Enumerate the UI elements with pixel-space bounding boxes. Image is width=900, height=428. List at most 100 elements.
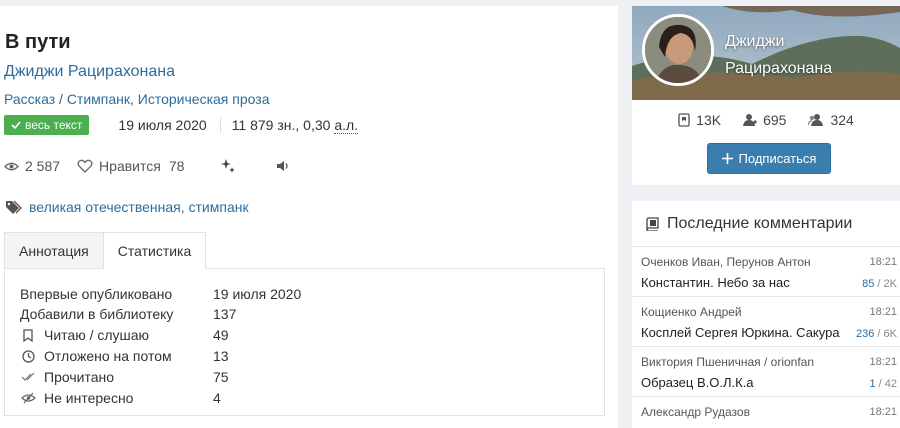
like-label: Нравится: [99, 158, 161, 174]
comment-new: 85: [862, 278, 875, 290]
books-count: 13K: [696, 112, 722, 128]
check-icon: [11, 120, 21, 129]
page-title: В пути: [5, 31, 71, 53]
book-icon: [678, 113, 690, 127]
genre-link-steampunk[interactable]: Стимпанк: [67, 91, 130, 107]
genre-link-story[interactable]: Рассказ: [4, 91, 55, 107]
tab-annotation[interactable]: Аннотация: [4, 232, 104, 269]
comment-new: 1: [869, 378, 876, 390]
publish-date: 19 июля 2020: [118, 116, 207, 133]
stat-row: Не интересно 4: [20, 388, 221, 408]
book-icon: [646, 217, 659, 231]
stat-label: Добавили в библиотеку: [20, 306, 174, 322]
comment-count: 236 / 6K: [856, 328, 897, 340]
stat-value: 13: [213, 348, 229, 364]
stat-value: 75: [213, 369, 229, 385]
audio-button[interactable]: [276, 160, 290, 172]
comment-time: 18:21: [869, 256, 897, 268]
stat-row: Впервые опубликовано 19 июля 2020: [20, 284, 301, 304]
comment-new: 236: [856, 328, 875, 340]
profile-counters: 13K 695 324: [632, 112, 900, 128]
eye-icon: [4, 162, 19, 170]
friends-counter[interactable]: 324: [808, 112, 854, 128]
comment-book[interactable]: Косплей Сергея Юркина. Сакура: [641, 325, 846, 340]
clock-icon: [21, 349, 35, 363]
badge-label: весь текст: [25, 117, 83, 132]
comment-item[interactable]: Виктория Пшеничная / orionfan 18:21 Обра…: [632, 346, 900, 396]
speaker-icon: [277, 161, 289, 171]
genre-list: Рассказ / Стимпанк, Историческая проза: [4, 91, 270, 107]
work-meta: весь текст 19 июля 2020 11 879 зн., 0,30…: [4, 114, 359, 135]
tags-link[interactable]: великая отечественная, стимпанк: [29, 199, 249, 215]
comment-authors[interactable]: Виктория Пшеничная / orionfan: [641, 355, 814, 369]
magic-button[interactable]: [220, 158, 236, 174]
recent-comments: Последние комментарии Оченков Иван, Перу…: [632, 201, 900, 428]
author-profile-card: Джиджи Рацирахонана 13K 695 324 Подписат…: [632, 6, 900, 185]
size-chars: 11 879 зн., 0,30: [231, 116, 331, 133]
comment-time: 18:21: [869, 356, 897, 368]
engagement-row: 2 587 Нравится 78: [4, 158, 290, 174]
comments-header: Последние комментарии: [646, 215, 852, 233]
followers-counter[interactable]: 695: [743, 112, 786, 128]
comment-total: 6K: [883, 328, 897, 340]
size-unit: а.л.: [334, 116, 359, 134]
stat-value: 4: [213, 390, 221, 406]
sparkles-icon: [221, 159, 236, 173]
comment-total: 2K: [883, 278, 897, 290]
comment-item[interactable]: Кощиенко Андрей 18:21 Косплей Сергея Юрк…: [632, 296, 900, 346]
views-counter: 2 587: [4, 158, 60, 174]
stat-value: 49: [213, 327, 229, 343]
views-count: 2 587: [25, 158, 61, 174]
like-button[interactable]: Нравится 78: [77, 158, 184, 174]
stat-label: Не интересно: [44, 390, 134, 406]
comment-time: 18:21: [869, 306, 897, 318]
avatar-image: [645, 17, 711, 83]
comment-total: 42: [884, 378, 897, 390]
comment-book[interactable]: Константин. Небо за нас: [641, 275, 846, 290]
author-link[interactable]: Джиджи Рацирахонана: [4, 63, 175, 81]
tabs-bar: Аннотация Статистика: [4, 232, 207, 269]
avatar[interactable]: [642, 14, 714, 86]
profile-name-line2: Рацирахонана: [725, 60, 833, 77]
comment-count: 85 / 2K: [862, 278, 897, 290]
stat-value: 19 июля 2020: [213, 286, 302, 302]
followers-count: 695: [763, 112, 787, 128]
comment-time: 18:21: [869, 406, 897, 418]
stat-label: Отложено на потом: [44, 348, 172, 364]
stat-label: Впервые опубликовано: [20, 286, 173, 302]
plus-icon: [721, 153, 733, 164]
books-counter[interactable]: 13K: [678, 112, 721, 128]
work-size: 11 879 зн., 0,30 а.л.: [219, 116, 359, 134]
eye-slash-icon: [20, 392, 36, 404]
double-check-icon: [21, 372, 34, 381]
tab-statistics[interactable]: Статистика: [103, 232, 207, 269]
stat-row: Добавили в библиотеку 137: [20, 304, 236, 324]
comment-count: 1 / 42: [869, 378, 897, 390]
full-text-badge: весь текст: [4, 114, 90, 135]
comment-item[interactable]: Оченков Иван, Перунов Антон 18:21 Конста…: [632, 246, 900, 296]
comment-book[interactable]: Образец В.О.Л.К.а: [641, 375, 846, 390]
friends-count: 324: [830, 112, 854, 128]
stat-row: Прочитано 75: [20, 367, 229, 387]
stat-value: 137: [213, 306, 237, 322]
stat-label: Прочитано: [44, 369, 114, 385]
profile-name[interactable]: Джиджи Рацирахонана: [725, 28, 832, 82]
subscribe-button[interactable]: Подписаться: [707, 143, 831, 174]
heart-icon: [77, 159, 93, 173]
likes-count: 78: [168, 158, 185, 174]
tag-list: великая отечественная, стимпанк: [5, 199, 249, 215]
profile-cover: Джиджи Рацирахонана: [632, 6, 900, 100]
comment-authors[interactable]: Александр Рудазов: [641, 405, 750, 419]
stat-label: Читаю / слушаю: [44, 327, 150, 343]
profile-name-line1: Джиджи: [725, 33, 785, 50]
comment-item[interactable]: Александр Рудазов 18:21: [632, 396, 900, 428]
comment-authors[interactable]: Кощиенко Андрей: [641, 305, 742, 319]
bookmark-icon: [23, 328, 33, 342]
user-icon: [743, 114, 758, 126]
comments-title: Последние комментарии: [667, 215, 853, 232]
comment-authors[interactable]: Оченков Иван, Перунов Антон: [641, 255, 811, 269]
genre-link-historical[interactable]: Историческая проза: [138, 91, 270, 107]
users-icon: [808, 114, 824, 126]
stat-row: Отложено на потом 13: [20, 346, 229, 366]
statistics-panel: Впервые опубликовано 19 июля 2020 Добави…: [4, 268, 605, 416]
